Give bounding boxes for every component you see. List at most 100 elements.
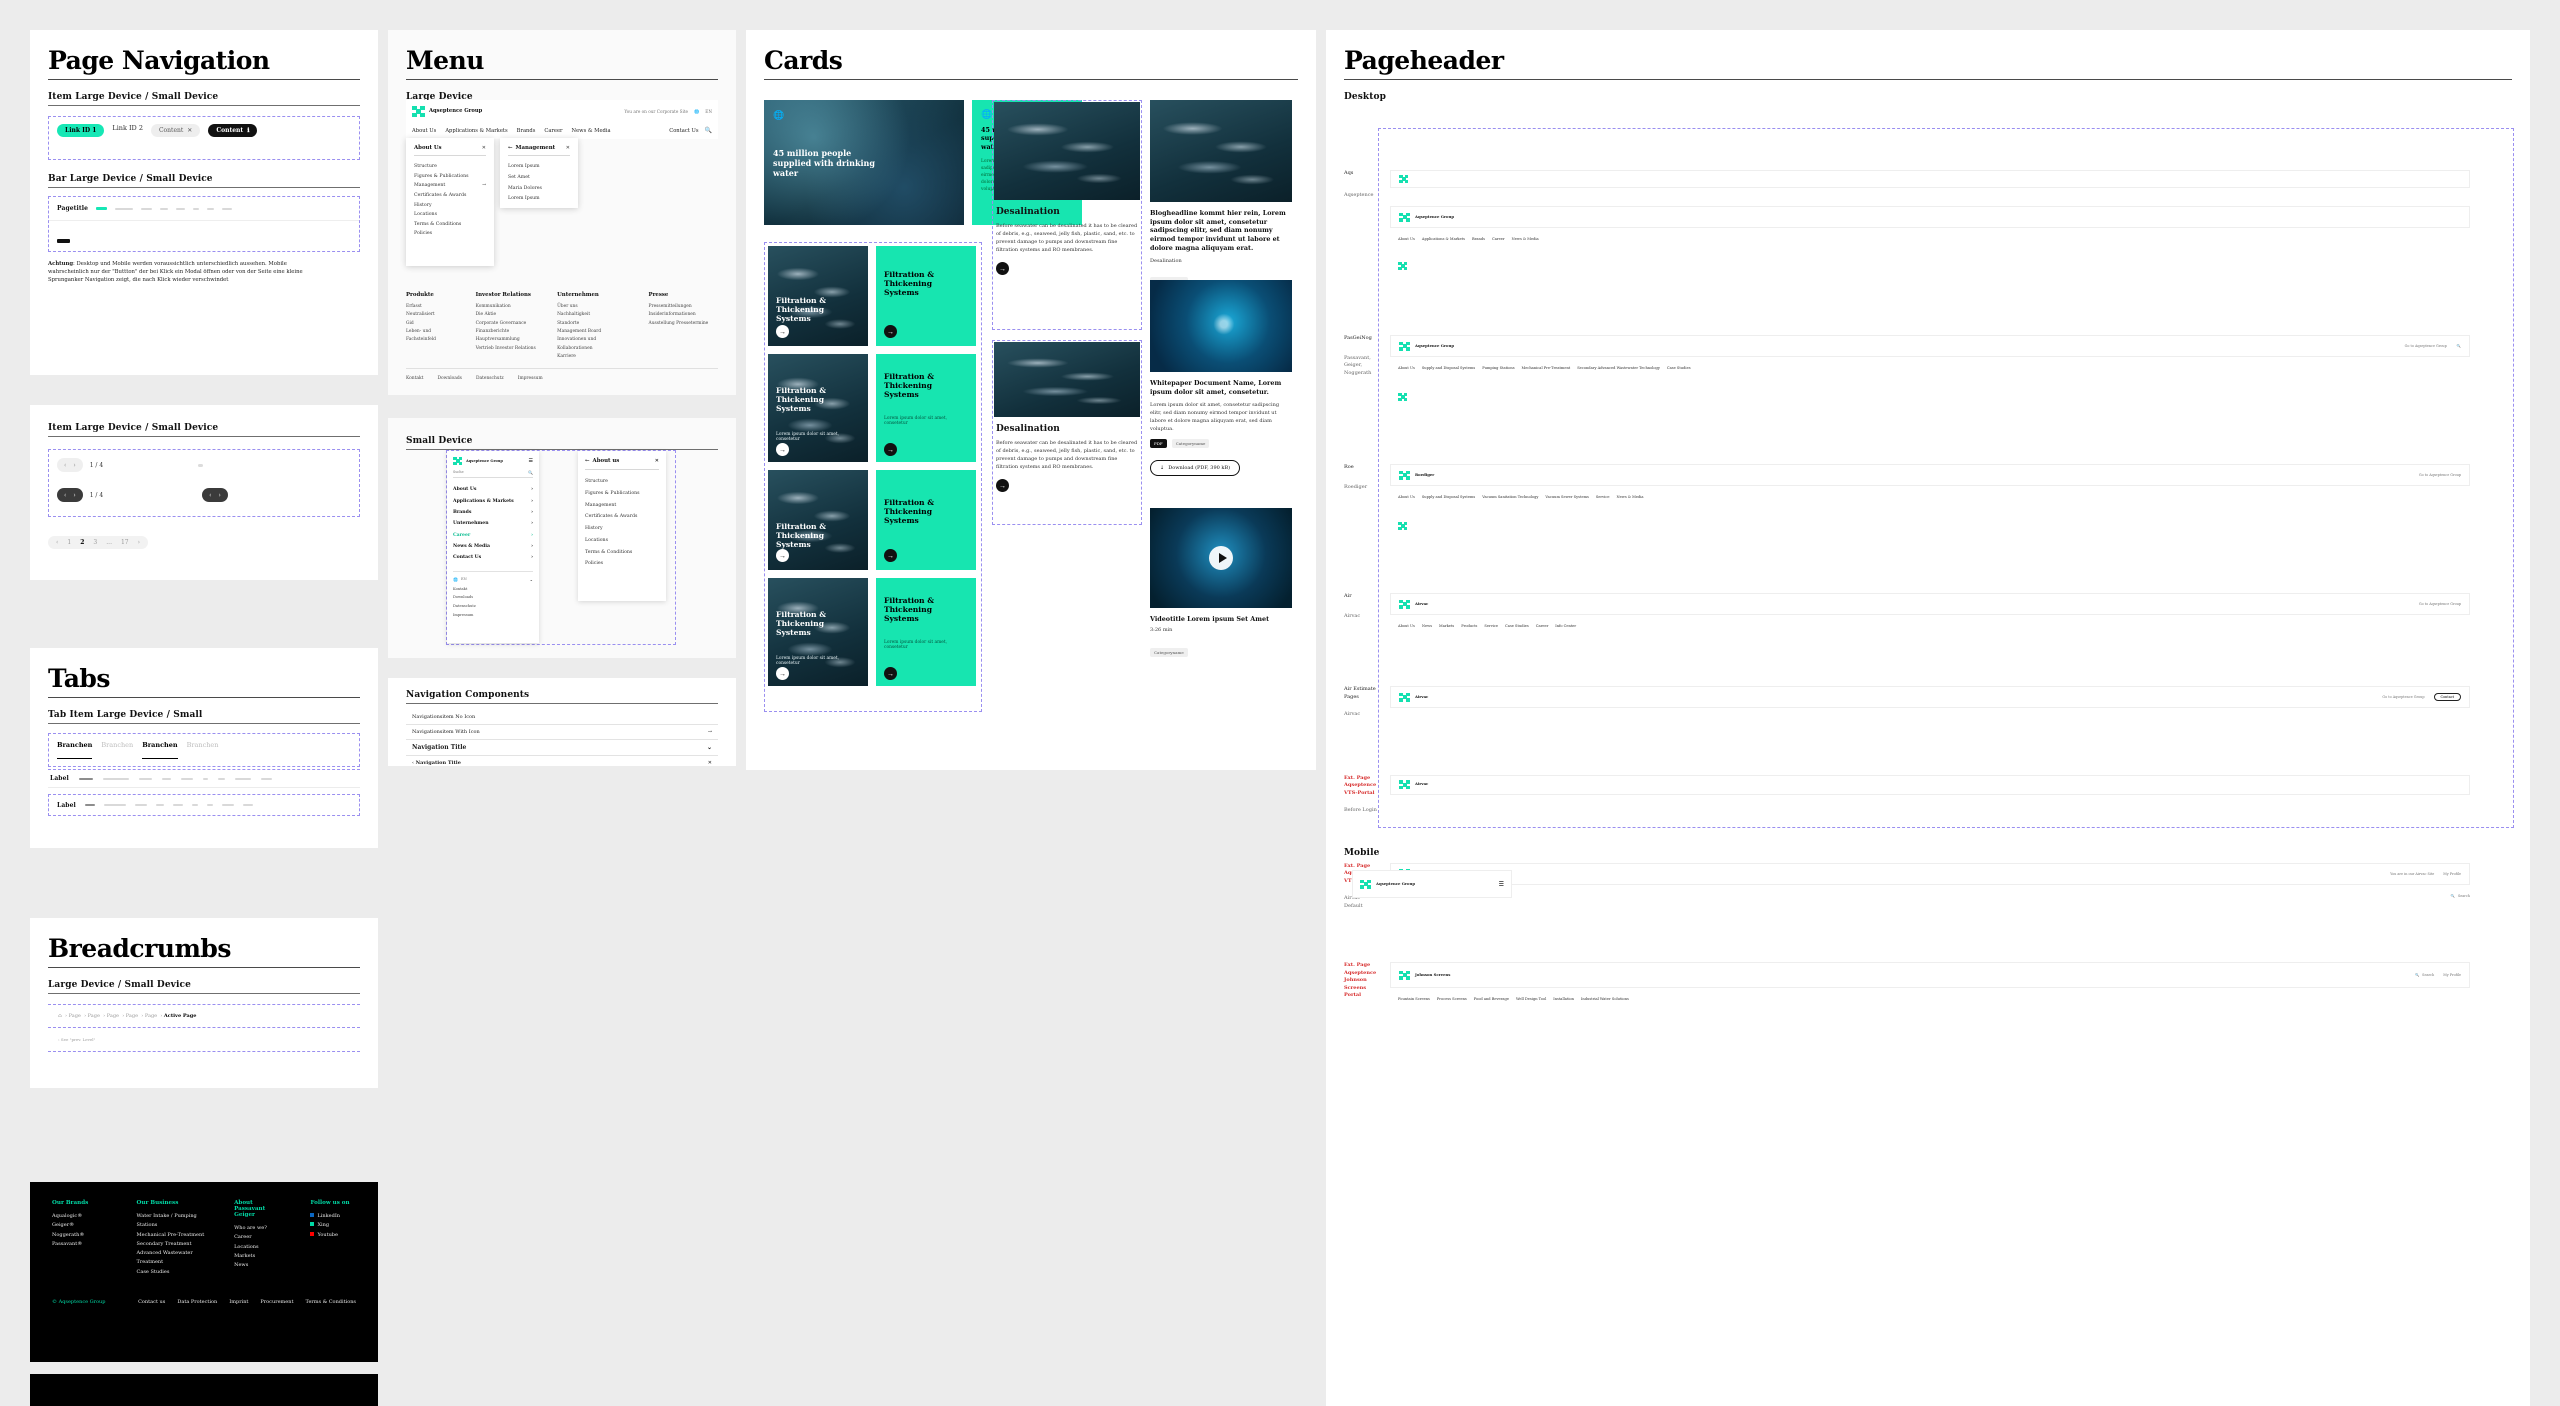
carousel-nav-dark[interactable]: ‹›: [57, 488, 83, 502]
sub-item-lorem-1[interactable]: Lorem Ipsum: [508, 162, 570, 173]
breadcrumb-item[interactable]: Page: [145, 1013, 157, 1019]
menu-footer-links-presse[interactable]: PressemitteilungenInsiderinformationen A…: [649, 303, 718, 328]
nav-component-title-back[interactable]: ‹ Navigation Title✕: [406, 756, 718, 770]
chevron-left-icon[interactable]: ‹: [64, 461, 66, 469]
download-button[interactable]: ⤓Download (PDF, 390 kB): [1150, 460, 1240, 476]
mobile-item-news-media[interactable]: News & Media›: [453, 541, 533, 552]
play-icon[interactable]: [1209, 546, 1233, 570]
nav-component-title[interactable]: Navigation Title⌄: [406, 740, 718, 756]
dropdown-item-structure[interactable]: Structure: [414, 162, 486, 172]
arrow-right-icon[interactable]: →: [884, 549, 897, 562]
goto-link[interactable]: Go to Aqseptence Group: [2405, 344, 2447, 348]
dropdown-item-history[interactable]: History: [414, 201, 486, 211]
arrow-right-icon[interactable]: →: [776, 549, 789, 562]
profile-link[interactable]: My Profile: [2443, 872, 2461, 876]
mini-nav[interactable]: About UsNews MarketsProducts ServiceCase…: [1390, 624, 2470, 628]
bar-ghost-item[interactable]: [176, 208, 185, 210]
arrow-right-icon[interactable]: →: [884, 443, 897, 456]
search-icon[interactable]: 🔍: [705, 127, 712, 134]
goto-link[interactable]: Go to Aqseptence Group: [2382, 695, 2424, 699]
dropdown-item-terms[interactable]: Terms & Conditions: [414, 220, 486, 230]
goto-link[interactable]: Go to Aqseptence Group: [2419, 473, 2461, 477]
nav-about-us[interactable]: About Us: [412, 128, 436, 134]
profile-link[interactable]: My Profile: [2443, 973, 2461, 977]
sub-item-lorem-2[interactable]: Lorem Ipsum: [508, 194, 570, 205]
card-filtration[interactable]: Filtration & Thickening Systems →: [768, 246, 868, 346]
bar-active-indicator[interactable]: [96, 207, 107, 210]
card-filtration-teal[interactable]: Filtration & Thickening Systems →: [876, 246, 976, 346]
card-filtration[interactable]: Filtration & Thickening Systems Lorem ip…: [768, 578, 868, 686]
chevron-left-icon[interactable]: ‹: [209, 491, 211, 499]
mobile-item-career[interactable]: Career›: [453, 530, 533, 541]
card-filtration-teal[interactable]: Filtration & Thickening Systems →: [876, 470, 976, 570]
close-icon[interactable]: ✕: [482, 145, 486, 151]
footer-social-links[interactable]: LinkedIn Xing Youtube: [310, 1212, 356, 1240]
close-icon[interactable]: ✕: [655, 458, 659, 464]
pagination-page[interactable]: 17: [121, 539, 129, 546]
card-filtration-teal[interactable]: Filtration & Thickening Systems Lorem ip…: [876, 578, 976, 686]
chip-content-info[interactable]: Contentℹ: [208, 124, 257, 137]
card-video-tag[interactable]: Categoryname: [1150, 648, 1188, 657]
mobile-footer-links[interactable]: KontaktDownloads DatenschutzImpressum: [453, 585, 533, 620]
bar-ghost-item[interactable]: [141, 208, 152, 210]
arrow-right-icon[interactable]: →: [776, 667, 789, 680]
chevron-left-icon[interactable]: ‹: [64, 491, 66, 499]
pagination-page[interactable]: 1: [67, 539, 71, 546]
brand-logo[interactable]: Aqseptence Group: [412, 106, 482, 117]
submenu-items[interactable]: StructureFigures & Publications Manageme…: [585, 476, 659, 570]
search-icon[interactable]: 🔍: [2415, 973, 2419, 977]
dropdown-item-management[interactable]: Management: [414, 181, 445, 191]
card-desalination-2[interactable]: Desalination Before seawater can be desa…: [994, 342, 1140, 492]
dropdown-item-figures[interactable]: Figures & Publications: [414, 172, 486, 182]
card-desalination-1[interactable]: Desalination Before seawater can be desa…: [994, 102, 1140, 275]
card-whitepaper-tag[interactable]: Categoryname: [1172, 439, 1210, 448]
tab-branchen-2[interactable]: Branchen: [101, 741, 133, 759]
bar-ghost-item[interactable]: [207, 208, 214, 210]
pagination-prev-icon[interactable]: ‹: [56, 539, 58, 546]
nav-contact-us[interactable]: Contact Us: [669, 128, 698, 134]
footer-links-our-business[interactable]: Water Intake / Pumping StationsMechanica…: [137, 1212, 209, 1277]
arrow-right-icon[interactable]: →: [996, 262, 1009, 275]
footer-links-about[interactable]: Who are we?Career LocationsMarkets News: [234, 1224, 284, 1270]
card-video[interactable]: Videotitle Lorem ipsum Set Amet 3:26 min…: [1150, 508, 1292, 659]
tab-branchen-4[interactable]: Branchen: [187, 741, 219, 759]
card-whitepaper[interactable]: Whitepaper Document Name, Lorem ipsum do…: [1150, 280, 1292, 476]
language-selector[interactable]: EN: [705, 109, 712, 114]
footer-links-our-brands[interactable]: Aqualogic®Geiger® Noggerath®Passavant®: [52, 1212, 111, 1249]
breadcrumb-item[interactable]: Page: [69, 1013, 81, 1019]
hamburger-icon[interactable]: ☰: [1499, 881, 1504, 888]
nav-career[interactable]: Career: [544, 128, 562, 134]
bar-ghost-item[interactable]: [193, 208, 199, 210]
tab-branchen-1[interactable]: Branchen: [57, 741, 92, 759]
breadcrumb-mobile[interactable]: ‹ See "prev. Level": [48, 1028, 360, 1051]
nav-component-with-icon[interactable]: Navigationsitem With Icon→: [406, 725, 718, 740]
brand-logo-mobile[interactable]: Aqseptence Group: [453, 457, 503, 465]
nav-news-media[interactable]: News & Media: [572, 128, 611, 134]
breadcrumb-item[interactable]: Page: [88, 1013, 100, 1019]
menu-footer-links-produkte[interactable]: ErfasstNeutralisiert GidLeben- und Fachs…: [406, 303, 458, 345]
carousel-nav-dark-alt[interactable]: ‹›: [202, 488, 228, 502]
arrow-right-icon[interactable]: →: [776, 443, 789, 456]
chip-link-id-2[interactable]: Link ID 2: [112, 124, 143, 132]
sub-item-set-amet[interactable]: Set Amet: [508, 173, 570, 184]
menu-footer-links-unternehmen[interactable]: Über unsNachhaltigkeit StandorteManageme…: [557, 303, 630, 362]
close-icon[interactable]: ✕: [566, 145, 570, 151]
mini-nav[interactable]: About UsSupply and Disposal Systems Vacu…: [1390, 495, 2470, 499]
dropdown-sub-items[interactable]: Lorem Ipsum Set Amet Maria Dolores Lorem…: [508, 162, 570, 205]
menu-footer-links-investor[interactable]: KommunikationDie Aktie Corporate Governa…: [476, 303, 540, 353]
mini-nav[interactable]: Fountain ScreensProcess Screens Food and…: [1390, 997, 2470, 1001]
bar-ghost-item[interactable]: [160, 208, 168, 210]
menu-footer-legal[interactable]: KontaktDownloads DatenschutzImpressum: [406, 368, 718, 383]
globe-icon[interactable]: 🌐: [694, 109, 699, 115]
mobile-item-unternehmen[interactable]: Unternehmen›: [453, 518, 533, 529]
arrow-right-icon[interactable]: →: [996, 479, 1009, 492]
search-icon[interactable]: 🔍: [2457, 344, 2461, 348]
search-input[interactable]: Suche: [453, 470, 464, 475]
dropdown-item-policies[interactable]: Policies: [414, 229, 486, 239]
chevron-down-icon[interactable]: ⌄: [530, 577, 533, 582]
chevron-right-icon[interactable]: ›: [219, 491, 221, 499]
footer-legal-links[interactable]: Contact usData Protection ImprintProcure…: [138, 1299, 356, 1305]
globe-icon[interactable]: 🌐: [453, 577, 458, 582]
sub-item-maria[interactable]: Maria Dolores: [508, 184, 570, 195]
card-filtration-teal[interactable]: Filtration & Thickening Systems Lorem ip…: [876, 354, 976, 462]
